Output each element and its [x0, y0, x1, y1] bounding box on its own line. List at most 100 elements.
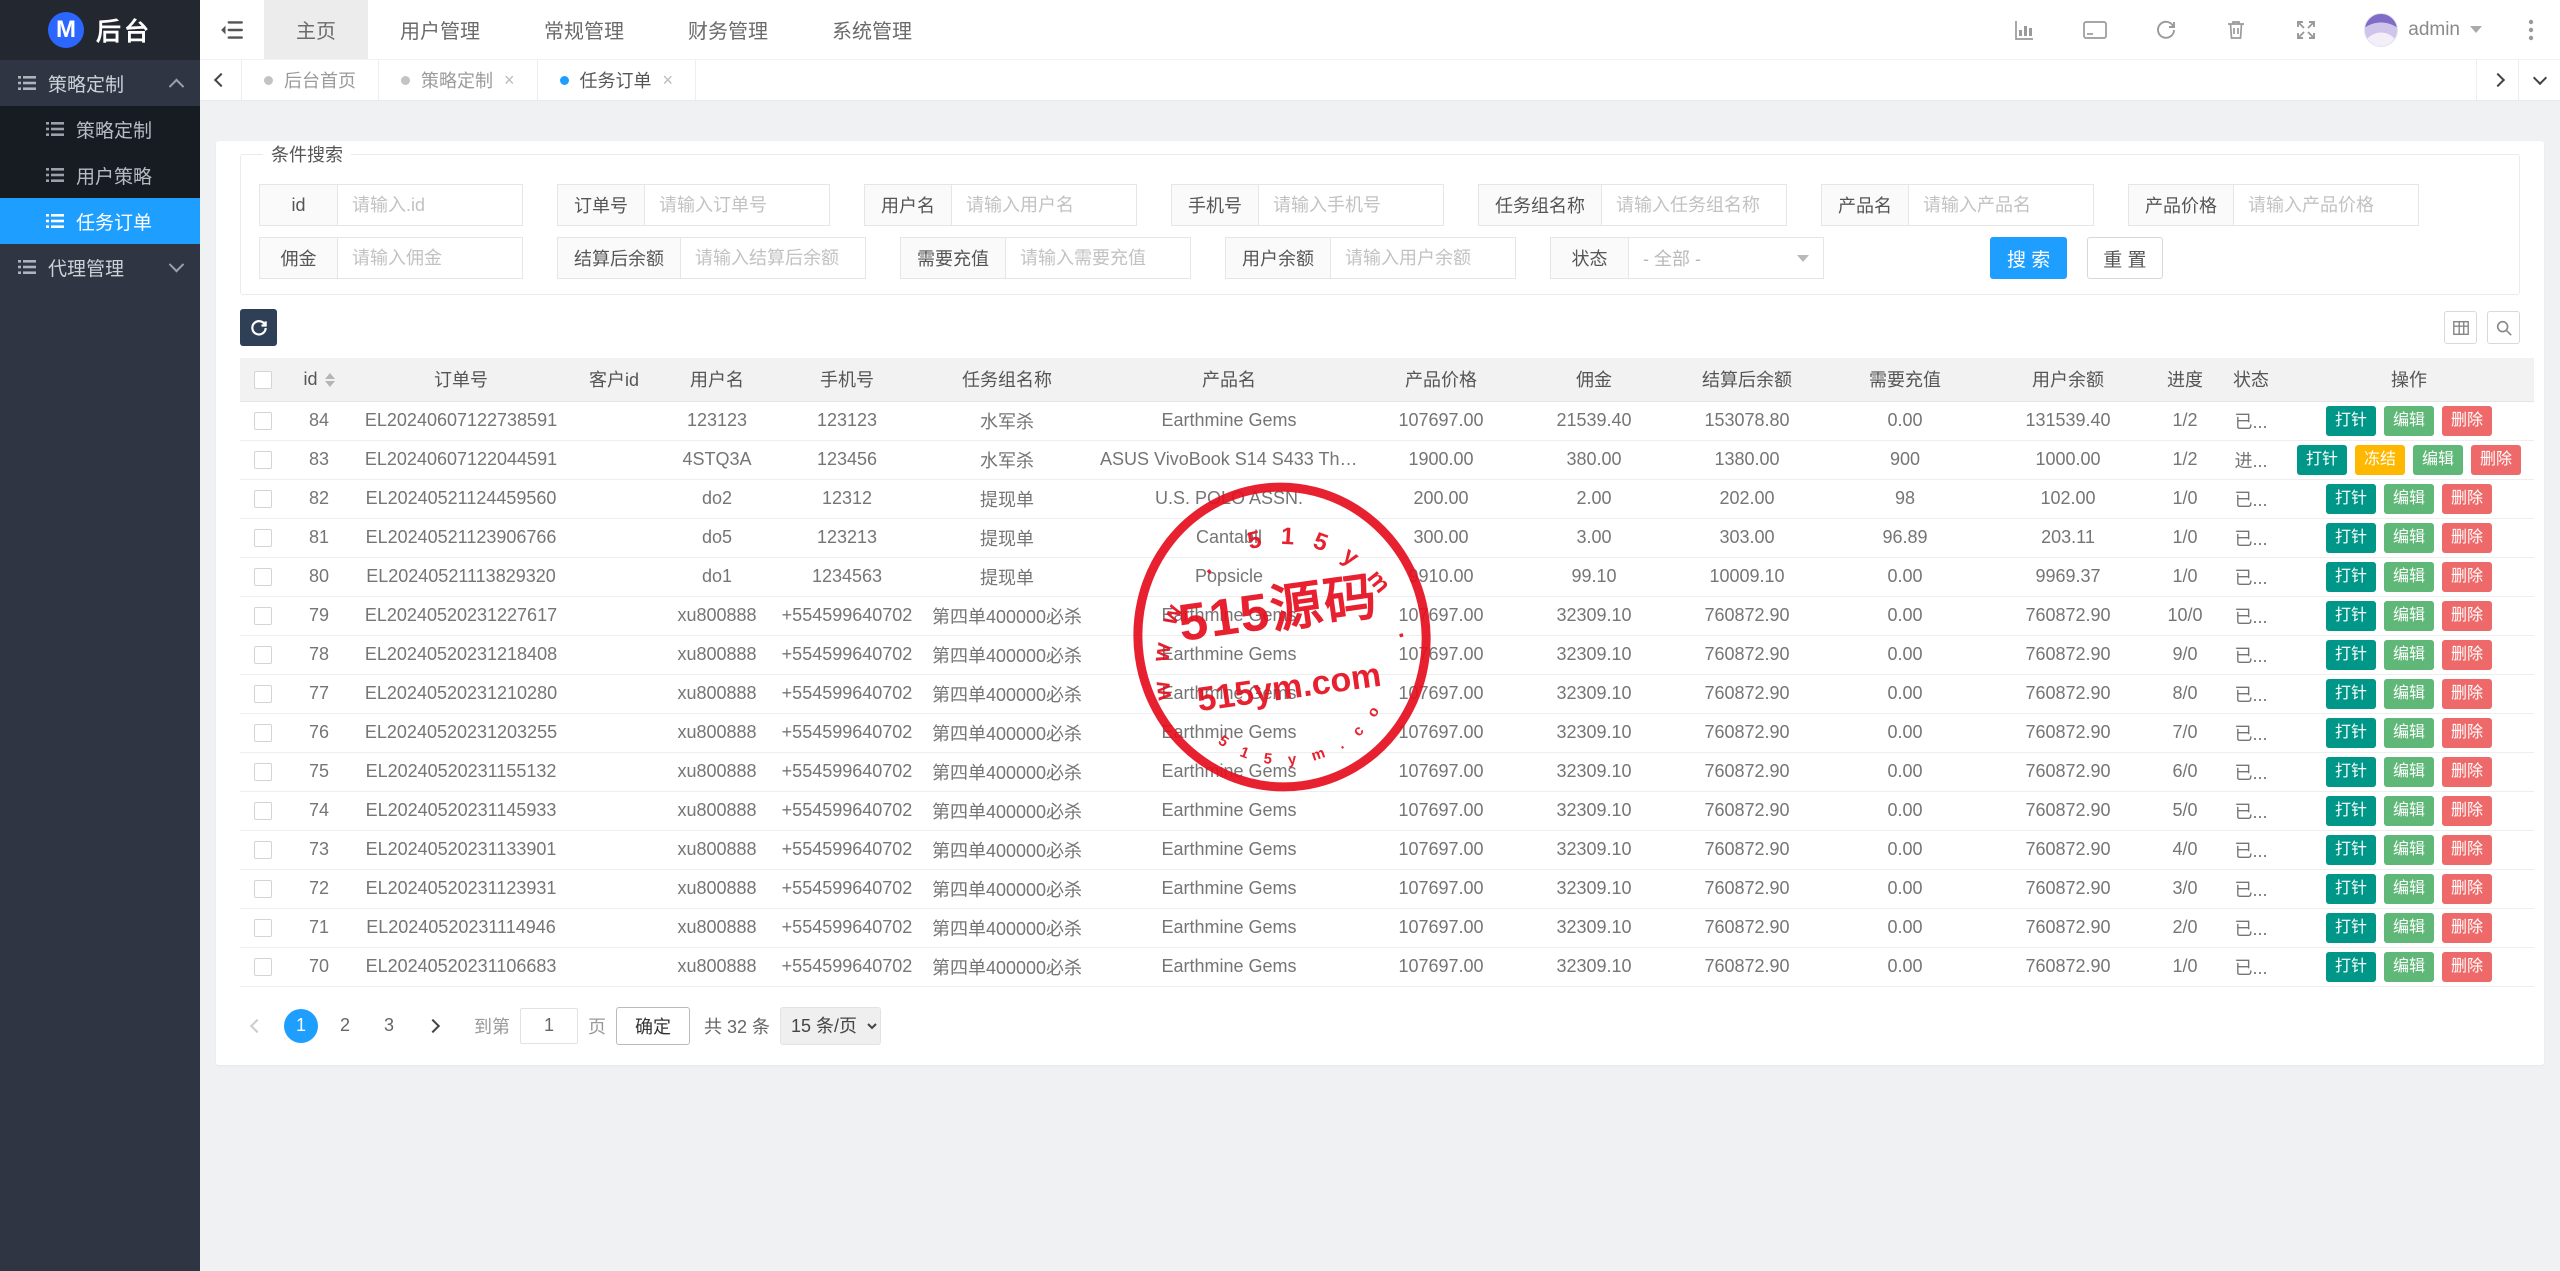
action-inject-button[interactable]: 打针	[2326, 406, 2376, 436]
tab-strategy[interactable]: 策略定制×	[379, 60, 538, 100]
filter-settle-balance-input[interactable]	[680, 237, 866, 279]
tabs-scroll-left-icon[interactable]	[200, 60, 242, 100]
filter-user-balance-input[interactable]	[1330, 237, 1516, 279]
tab-home[interactable]: 后台首页	[242, 60, 379, 100]
filter-need-recharge-input[interactable]	[1005, 237, 1191, 279]
row-checkbox[interactable]	[254, 763, 272, 781]
nav-item-system-mgmt[interactable]: 系统管理	[800, 0, 944, 59]
tabs-menu-icon[interactable]	[2518, 60, 2560, 100]
action-edit-button[interactable]: 编辑	[2384, 874, 2434, 904]
row-checkbox[interactable]	[254, 451, 272, 469]
action-delete-button[interactable]: 删除	[2442, 835, 2492, 865]
action-inject-button[interactable]: 打针	[2326, 601, 2376, 631]
action-edit-button[interactable]: 编辑	[2384, 913, 2434, 943]
sidebar-group-strategy[interactable]: 策略定制	[0, 60, 200, 106]
sidebar-item-strategy-custom[interactable]: 策略定制	[0, 106, 200, 152]
action-edit-button[interactable]: 编辑	[2384, 796, 2434, 826]
action-delete-button[interactable]: 删除	[2442, 562, 2492, 592]
search-icon[interactable]	[2487, 311, 2520, 344]
row-checkbox[interactable]	[254, 568, 272, 586]
prev-page-icon[interactable]	[240, 1009, 274, 1043]
table-refresh-button[interactable]	[240, 309, 277, 346]
refresh-icon[interactable]	[2154, 18, 2178, 42]
action-inject-button[interactable]: 打针	[2326, 874, 2376, 904]
logo[interactable]: M 后台	[0, 0, 200, 60]
page-1-button[interactable]: 1	[284, 1009, 318, 1043]
sidebar-collapse-icon[interactable]	[200, 0, 264, 59]
action-edit-button[interactable]: 编辑	[2384, 718, 2434, 748]
action-edit-button[interactable]: 编辑	[2413, 445, 2463, 475]
filter-price-input[interactable]	[2233, 184, 2419, 226]
action-freeze-button[interactable]: 冻结	[2355, 445, 2405, 475]
row-checkbox[interactable]	[254, 724, 272, 742]
fullscreen-icon[interactable]	[2294, 18, 2318, 42]
action-delete-button[interactable]: 删除	[2471, 445, 2521, 475]
card-icon[interactable]	[2082, 18, 2108, 42]
action-inject-button[interactable]: 打针	[2297, 445, 2347, 475]
nav-item-user-mgmt[interactable]: 用户管理	[368, 0, 512, 59]
page-size-select[interactable]: 15 条/页	[780, 1007, 881, 1045]
chart-icon[interactable]	[2012, 18, 2036, 42]
action-delete-button[interactable]: 删除	[2442, 484, 2492, 514]
close-icon[interactable]: ×	[663, 71, 674, 89]
action-delete-button[interactable]: 删除	[2442, 952, 2492, 982]
goto-confirm-button[interactable]: 确定	[616, 1007, 690, 1045]
row-checkbox[interactable]	[254, 412, 272, 430]
action-edit-button[interactable]: 编辑	[2384, 406, 2434, 436]
tabs-scroll-right-icon[interactable]	[2476, 60, 2518, 100]
action-inject-button[interactable]: 打针	[2326, 562, 2376, 592]
row-checkbox[interactable]	[254, 880, 272, 898]
filter-commission-input[interactable]	[337, 237, 523, 279]
filter-id-input[interactable]	[337, 184, 523, 226]
action-inject-button[interactable]: 打针	[2326, 757, 2376, 787]
row-checkbox[interactable]	[254, 607, 272, 625]
sidebar-item-user-strategy[interactable]: 用户策略	[0, 152, 200, 198]
action-inject-button[interactable]: 打针	[2326, 952, 2376, 982]
close-icon[interactable]: ×	[504, 71, 515, 89]
action-edit-button[interactable]: 编辑	[2384, 562, 2434, 592]
action-delete-button[interactable]: 删除	[2442, 757, 2492, 787]
trash-icon[interactable]	[2224, 18, 2248, 42]
action-edit-button[interactable]: 编辑	[2384, 835, 2434, 865]
filter-task-group-input[interactable]	[1601, 184, 1787, 226]
sidebar-group-agent[interactable]: 代理管理	[0, 244, 200, 290]
action-edit-button[interactable]: 编辑	[2384, 601, 2434, 631]
filter-username-input[interactable]	[951, 184, 1137, 226]
action-edit-button[interactable]: 编辑	[2384, 952, 2434, 982]
action-inject-button[interactable]: 打针	[2326, 484, 2376, 514]
action-edit-button[interactable]: 编辑	[2384, 484, 2434, 514]
row-checkbox[interactable]	[254, 802, 272, 820]
action-delete-button[interactable]: 删除	[2442, 796, 2492, 826]
action-edit-button[interactable]: 编辑	[2384, 523, 2434, 553]
action-inject-button[interactable]: 打针	[2326, 835, 2376, 865]
row-checkbox[interactable]	[254, 490, 272, 508]
action-inject-button[interactable]: 打针	[2326, 718, 2376, 748]
status-select[interactable]: - 全部 -	[1628, 237, 1824, 279]
action-delete-button[interactable]: 删除	[2442, 718, 2492, 748]
row-checkbox[interactable]	[254, 841, 272, 859]
tab-task-orders[interactable]: 任务订单×	[538, 60, 697, 100]
action-inject-button[interactable]: 打针	[2326, 640, 2376, 670]
action-inject-button[interactable]: 打针	[2326, 796, 2376, 826]
search-button[interactable]: 搜 索	[1990, 237, 2067, 279]
action-delete-button[interactable]: 删除	[2442, 640, 2492, 670]
more-icon[interactable]	[2528, 18, 2534, 42]
action-delete-button[interactable]: 删除	[2442, 679, 2492, 709]
row-checkbox[interactable]	[254, 646, 272, 664]
nav-item-finance-mgmt[interactable]: 财务管理	[656, 0, 800, 59]
action-delete-button[interactable]: 删除	[2442, 913, 2492, 943]
row-checkbox[interactable]	[254, 958, 272, 976]
select-all-checkbox[interactable]	[254, 371, 272, 389]
user-menu[interactable]: admin	[2364, 13, 2482, 47]
action-edit-button[interactable]: 编辑	[2384, 757, 2434, 787]
reset-button[interactable]: 重 置	[2087, 237, 2162, 279]
nav-item-home[interactable]: 主页	[264, 0, 368, 59]
page-2-button[interactable]: 2	[328, 1009, 362, 1043]
sort-icon[interactable]	[325, 373, 335, 387]
filter-order-no-input[interactable]	[644, 184, 830, 226]
row-checkbox[interactable]	[254, 685, 272, 703]
columns-icon[interactable]	[2444, 311, 2477, 344]
action-inject-button[interactable]: 打针	[2326, 913, 2376, 943]
nav-item-general-mgmt[interactable]: 常规管理	[512, 0, 656, 59]
action-delete-button[interactable]: 删除	[2442, 874, 2492, 904]
